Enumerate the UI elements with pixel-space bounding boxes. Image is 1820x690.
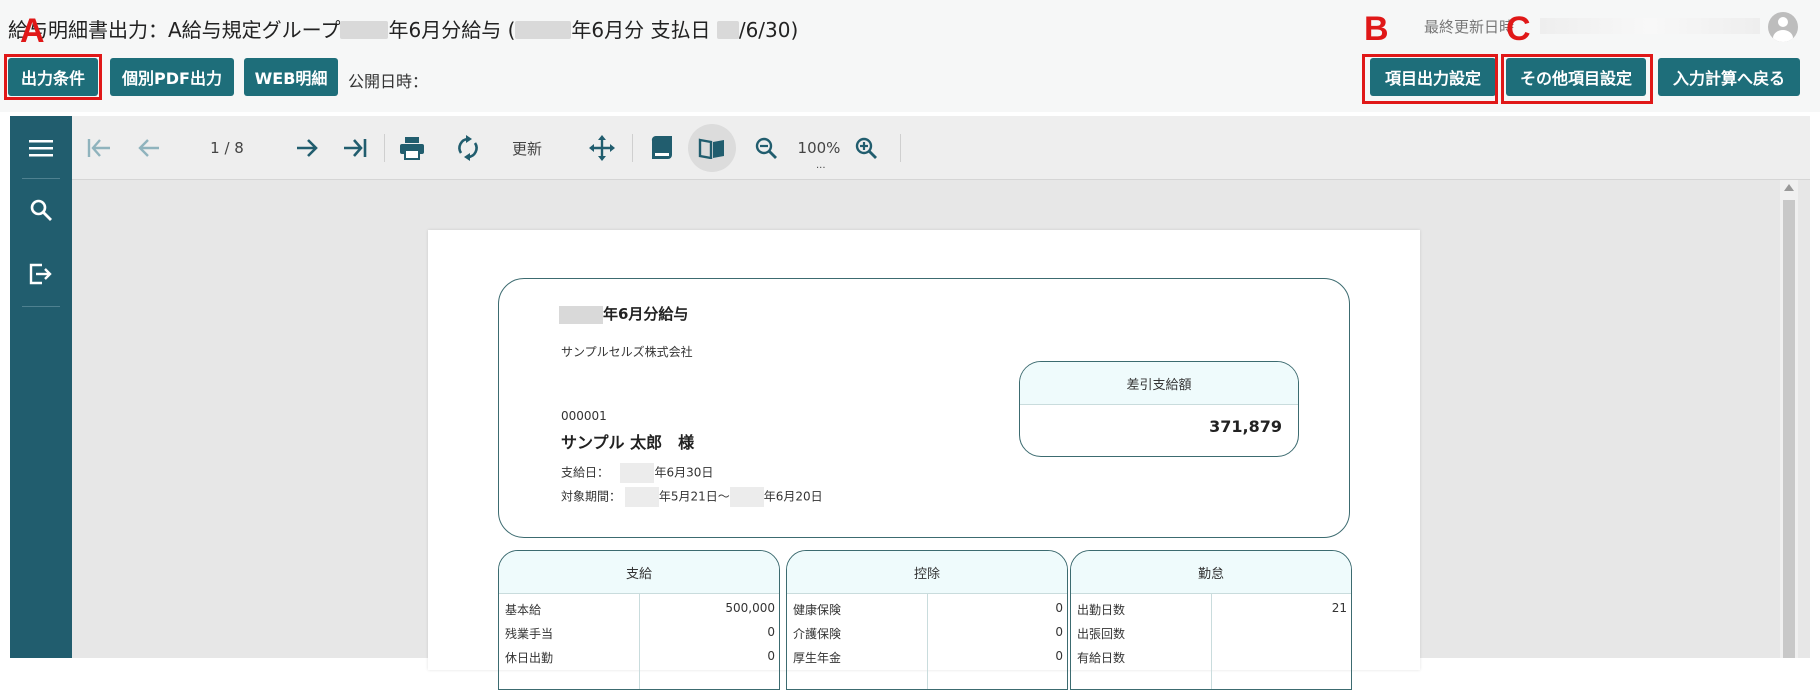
table-row: 休日出勤 0 <box>505 649 775 665</box>
scroll-thumb[interactable] <box>1783 200 1795 658</box>
section-title: 支給 <box>499 551 779 594</box>
viewer-toolbar: 1 / 8 更新 100% ... <box>72 116 1810 180</box>
page-title: 給与明細書出力：A給与規定グループ 年6月分給与 ( 年6月分 支払日 /6/30) <box>8 14 798 43</box>
last-updated-value <box>1540 18 1760 34</box>
prev-page-icon[interactable] <box>132 126 166 170</box>
employee-name: サンプル 太郎 様 <box>561 433 695 452</box>
table-row: 出張回数 <box>1077 627 1126 641</box>
refresh-icon[interactable] <box>450 126 486 170</box>
sidebar-divider <box>22 306 60 307</box>
redacted-year <box>716 21 739 39</box>
report-viewer: 1 / 8 更新 100% ... 年6月分給与 サンプルセルズ株式会社 000… <box>10 116 1810 690</box>
menu-icon[interactable] <box>10 120 72 176</box>
marker-b: B <box>1364 10 1389 48</box>
period-line: 対象期間： 年5月21日～ 年6月20日 <box>561 487 823 507</box>
title-month: 年6月分給与 ( <box>388 18 516 42</box>
sidebar-divider <box>22 178 60 179</box>
company-name: サンプルセルズ株式会社 <box>561 345 693 359</box>
marker-a: A <box>20 12 45 50</box>
deductions-section: 控除 健康保険 0 介護保険 0 厚生年金 0 <box>786 550 1068 690</box>
book-view-icon[interactable] <box>688 124 736 172</box>
table-row: 厚生年金 0 <box>793 649 1063 665</box>
table-row: 有給日数 <box>1077 651 1126 665</box>
top-bar: 給与明細書出力：A給与規定グループ 年6月分給与 ( 年6月分 支払日 /6/30)… <box>0 0 1820 112</box>
table-row: 介護保険 0 <box>793 625 1063 641</box>
published-date-label: 公開日時： <box>348 72 429 91</box>
highlight-box-c <box>1501 54 1653 104</box>
title-prefix: 給与明細書出力：A給与規定グループ <box>8 18 341 42</box>
pay-date-line: 支給日： 年6月30日 <box>561 463 713 483</box>
net-pay-amount: 371,879 <box>1209 417 1282 436</box>
account-icon[interactable] <box>1768 12 1798 42</box>
last-page-icon[interactable] <box>338 126 372 170</box>
payments-section: 支給 基本給 500,000 残業手当 0 休日出勤 0 <box>498 550 780 690</box>
print-icon[interactable] <box>394 126 430 170</box>
redacted-year <box>515 21 572 39</box>
move-icon[interactable] <box>584 126 620 170</box>
search-icon[interactable] <box>10 182 72 238</box>
toolbar-divider <box>632 134 633 162</box>
marker-c: C <box>1506 10 1531 48</box>
refresh-label[interactable]: 更新 <box>502 126 552 170</box>
highlight-box-a <box>4 54 102 100</box>
net-pay-label: 差引支給額 <box>1020 362 1298 405</box>
payslip-title: 年6月分給与 <box>559 303 688 324</box>
web-slip-button[interactable]: WEB明細 <box>244 58 338 96</box>
zoom-options[interactable]: ... <box>816 160 826 171</box>
table-row: 出勤日数 21 <box>1077 601 1347 617</box>
vertical-scrollbar[interactable] <box>1780 180 1798 658</box>
pdf-output-button[interactable]: 個別PDF出力 <box>110 58 234 96</box>
section-title: 控除 <box>787 551 1067 594</box>
highlight-box-b <box>1362 54 1498 104</box>
toolbar-divider <box>900 134 901 162</box>
page-indicator[interactable]: 1 / 8 <box>192 126 262 170</box>
attendance-section: 勤怠 出勤日数 21 出張回数 有給日数 <box>1070 550 1352 690</box>
zoom-in-icon[interactable] <box>848 126 884 170</box>
export-icon[interactable] <box>10 246 72 302</box>
last-updated-label: 最終更新日時 <box>1424 18 1515 36</box>
payslip-header-card: 年6月分給与 サンプルセルズ株式会社 000001 サンプル 太郎 様 支給日：… <box>498 278 1350 538</box>
title-suffix: /6/30) <box>738 18 799 42</box>
employee-number: 000001 <box>561 409 607 423</box>
back-to-input-button[interactable]: 入力計算へ戻る <box>1658 58 1800 96</box>
table-row: 残業手当 0 <box>505 625 775 641</box>
table-row: 健康保険 0 <box>793 601 1063 617</box>
scroll-up-icon[interactable] <box>1784 184 1794 191</box>
first-page-icon[interactable] <box>82 126 116 170</box>
table-row: 基本給 500,000 <box>505 601 775 617</box>
net-pay-box: 差引支給額 371,879 <box>1019 361 1299 457</box>
zoom-out-icon[interactable] <box>748 126 784 170</box>
viewer-sidebar <box>10 116 72 658</box>
title-pay: 年6月分 支払日 <box>571 18 711 42</box>
continuous-scroll-icon[interactable] <box>642 126 682 170</box>
payslip-page: 年6月分給与 サンプルセルズ株式会社 000001 サンプル 太郎 様 支給日：… <box>428 230 1420 690</box>
section-title: 勤怠 <box>1071 551 1351 594</box>
next-page-icon[interactable] <box>290 126 324 170</box>
toolbar-divider <box>384 134 385 162</box>
redacted-year <box>340 21 389 39</box>
